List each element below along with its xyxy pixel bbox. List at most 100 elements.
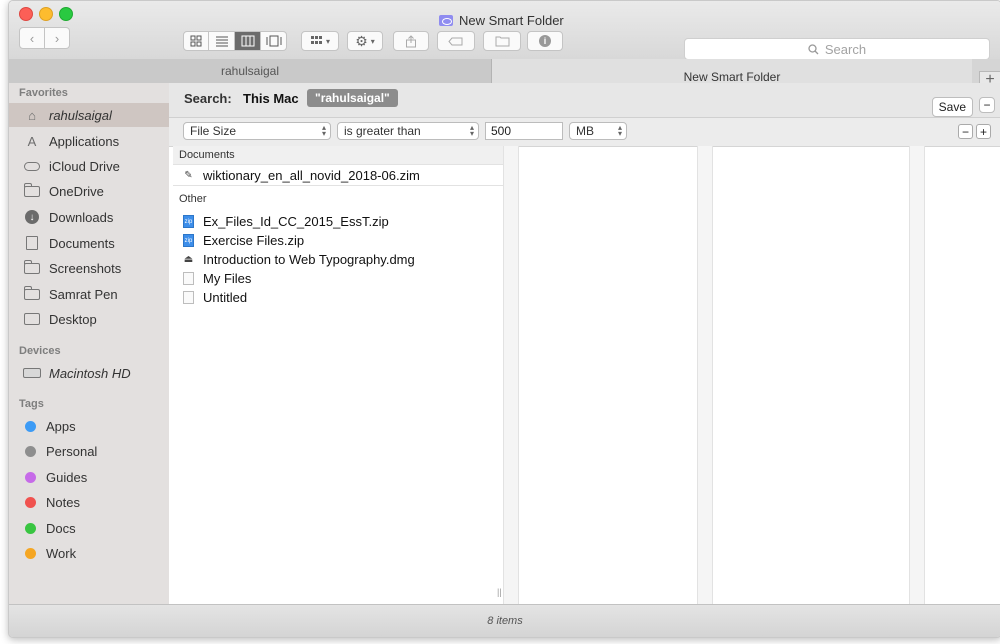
gear-icon: ⚙ [355, 32, 368, 49]
sidebar-item-label: iCloud Drive [49, 158, 120, 174]
search-criteria-row: File Size ▴ ▾ is greater than ▴ ▾ 500 MB ▴… [169, 118, 1000, 147]
sidebar-tag-work[interactable]: Work [9, 541, 169, 565]
gallery-view-button[interactable] [261, 31, 287, 51]
column-divider[interactable] [503, 146, 519, 605]
search-field[interactable]: Search [684, 38, 990, 60]
group-by-button[interactable]: ▾ [301, 31, 339, 51]
remove-search-button[interactable]: − [979, 97, 995, 113]
sidebar-item-label: Samrat Pen [49, 286, 118, 302]
edit-tags-button[interactable] [437, 31, 475, 51]
tab-new-smart-folder[interactable]: New Smart Folder [492, 59, 972, 84]
file-row[interactable]: My Files [173, 269, 503, 288]
sidebar-item-label: Screenshots [49, 260, 122, 276]
new-folder-icon [495, 36, 509, 47]
blank-file-icon [183, 272, 194, 285]
chevron-left-icon: ‹ [29, 30, 35, 46]
blank-file-icon [183, 291, 194, 304]
close-window-button[interactable] [19, 7, 33, 21]
column-divider[interactable] [697, 146, 713, 605]
sidebar-item-label: Applications [49, 133, 120, 149]
minus-icon: − [961, 124, 969, 139]
sidebar-item-label: Downloads [49, 209, 114, 225]
column-divider[interactable] [909, 146, 925, 605]
zoom-window-button[interactable] [59, 7, 73, 21]
column-view-button[interactable] [235, 31, 261, 51]
file-row[interactable]: zip Ex_Files_Id_CC_2015_EssT.zip [173, 212, 503, 231]
scope-user-button[interactable]: "rahulsaigal" [307, 89, 398, 107]
finder-window: New Smart Folder ‹ › ▾ ⚙ ▾ i Search rahu… [8, 0, 1000, 638]
chevron-down-icon: ▾ [325, 36, 330, 46]
main-content: Search: This Mac "rahulsaigal" Save − Fi… [169, 83, 1000, 605]
sidebar-item-label: Guides [46, 469, 88, 485]
dmg-file-icon: ⏏ [183, 254, 194, 265]
get-info-button[interactable]: i [527, 31, 563, 51]
size-value-input[interactable]: 500 [485, 122, 563, 140]
tab-rahulsaigal[interactable]: rahulsaigal [9, 59, 492, 83]
file-row[interactable]: Untitled [173, 288, 503, 307]
sidebar-item-icloud-drive[interactable]: iCloud Drive [9, 154, 169, 178]
updown-arrows-icon: ▴ ▾ [617, 123, 622, 138]
column-resize-handle[interactable]: || [497, 587, 502, 597]
icon-view-button[interactable] [183, 31, 209, 51]
status-bar: 8 items [9, 604, 1000, 637]
sidebar-item-label: Notes [46, 494, 80, 510]
sidebar-heading-devices: Devices [19, 345, 61, 357]
tag-color-dot [25, 420, 36, 432]
back-button[interactable]: ‹ [19, 27, 45, 49]
list-view-icon [215, 36, 228, 47]
attribute-select[interactable]: File Size ▴ ▾ [183, 122, 331, 140]
tab-bar: rahulsaigal New Smart Folder + [9, 59, 1000, 89]
file-name: Introduction to Web Typography.dmg [203, 252, 415, 267]
scope-this-mac-button[interactable]: This Mac [243, 91, 299, 106]
save-button[interactable]: Save [931, 97, 973, 117]
tab-label: New Smart Folder [683, 70, 781, 84]
sidebar-heading-tags: Tags [19, 398, 44, 410]
operator-select[interactable]: is greater than ▴ ▾ [337, 122, 479, 140]
tag-color-dot [25, 547, 36, 559]
remove-criteria-button[interactable]: − [958, 124, 973, 139]
sidebar-tag-notes[interactable]: Notes [9, 490, 169, 514]
tag-color-dot [25, 496, 36, 508]
sidebar-item-onedrive[interactable]: OneDrive [9, 179, 169, 203]
chevron-down-icon: ▾ [370, 36, 375, 46]
file-row[interactable]: zip Exercise Files.zip [173, 231, 503, 250]
sidebar-item-label: Docs [46, 520, 76, 536]
icon-view-icon [190, 35, 202, 47]
share-button[interactable] [393, 31, 429, 51]
sidebar-tag-apps[interactable]: Apps [9, 414, 169, 438]
sidebar-tag-guides[interactable]: Guides [9, 465, 169, 489]
unit-select[interactable]: MB ▴ ▾ [569, 122, 627, 140]
sidebar-item-applications[interactable]: A Applications [9, 129, 169, 153]
tab-label: rahulsaigal [220, 64, 280, 78]
sidebar-item-macintosh-hd[interactable]: Macintosh HD [9, 361, 169, 385]
folder-icon [23, 259, 41, 275]
sidebar-item-samrat-pen[interactable]: Samrat Pen [9, 282, 169, 306]
new-folder-button[interactable] [483, 31, 521, 51]
column-view-icon [241, 35, 254, 47]
action-menu-button[interactable]: ⚙ ▾ [347, 31, 383, 51]
sidebar-item-label: Apps [46, 418, 76, 434]
add-criteria-button[interactable]: + [976, 124, 991, 139]
search-scope-label: Search: [184, 91, 232, 106]
sidebar-item-label: Work [46, 545, 77, 561]
sidebar-item-downloads[interactable]: ↓ Downloads [9, 205, 169, 229]
sidebar-item-documents[interactable]: Documents [9, 231, 169, 255]
sidebar-tag-personal[interactable]: Personal [9, 439, 169, 463]
plus-icon: + [979, 124, 987, 139]
file-row[interactable]: ✎ wiktionary_en_all_novid_2018-06.zim [173, 165, 503, 186]
home-icon: ⌂ [28, 107, 36, 123]
file-row[interactable]: ⏏ Introduction to Web Typography.dmg [173, 250, 503, 269]
operator-value: is greater than [344, 124, 421, 138]
updown-arrows-icon: ▴ ▾ [469, 123, 474, 138]
search-placeholder: Search [824, 41, 867, 57]
sidebar-item-rahulsaigal[interactable]: ⌂ rahulsaigal [9, 103, 169, 127]
sidebar-tag-docs[interactable]: Docs [9, 516, 169, 540]
forward-button[interactable]: › [45, 27, 70, 49]
sidebar-item-desktop[interactable]: Desktop [9, 307, 169, 331]
sidebar-item-screenshots[interactable]: Screenshots [9, 256, 169, 280]
sidebar-item-label: Documents [49, 235, 115, 251]
size-value-text: 500 [491, 124, 512, 138]
attribute-value: File Size [190, 124, 237, 138]
minimize-window-button[interactable] [39, 7, 53, 21]
list-view-button[interactable] [209, 31, 235, 51]
